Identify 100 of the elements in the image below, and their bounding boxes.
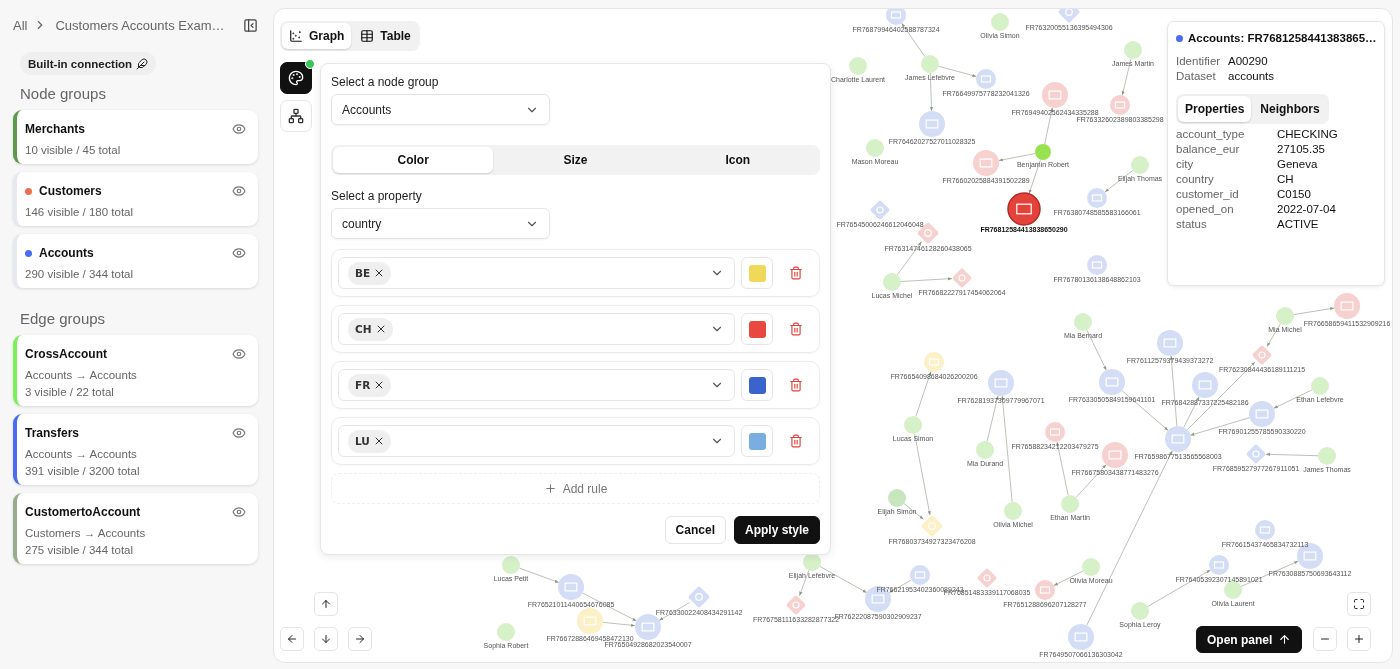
tool-button[interactable] [280,62,312,94]
trash-icon[interactable] [789,378,803,392]
group-card[interactable]: Customers 146 visible / 180 total [13,172,258,226]
customer-node[interactable] [1061,495,1079,513]
cancel-button[interactable]: Cancel [664,516,726,544]
account-node[interactable] [1035,580,1055,600]
trash-icon[interactable] [789,322,803,336]
details-tab[interactable]: Properties [1178,96,1252,122]
customer-node[interactable] [803,553,821,571]
account-node[interactable] [919,111,945,137]
customer-node[interactable] [849,57,867,75]
value-select[interactable]: BE [338,257,735,289]
customer-node[interactable] [866,139,884,157]
account-node[interactable] [1157,330,1183,356]
zoom-out-button[interactable] [1313,627,1337,651]
account-node[interactable] [1042,82,1068,108]
pan-right-button[interactable] [348,627,372,651]
view-tab[interactable]: Graph [282,23,352,49]
account-node[interactable] [1099,369,1125,395]
fullscreen-button[interactable] [1347,592,1371,616]
details-tab[interactable]: Neighbors [1253,96,1327,122]
zoom-in-button[interactable] [1347,627,1371,651]
account-node[interactable] [1087,255,1107,275]
eye-icon[interactable] [232,347,246,361]
customer-node[interactable] [976,441,994,459]
account-node[interactable] [988,370,1014,396]
account-node[interactable] [976,69,996,89]
property-select[interactable]: country [331,208,550,239]
group-card[interactable]: Transfers Accounts → Accounts 391 visible / 3200 total [13,414,258,485]
group-card[interactable]: Accounts 290 visible / 344 total [13,234,258,288]
account-node[interactable] [1165,426,1191,452]
group-card[interactable]: Merchants 10 visible / 45 total [13,110,258,164]
account-node[interactable] [1255,520,1275,540]
value-select[interactable]: FR [338,369,735,401]
customer-node[interactable] [1311,377,1329,395]
account-node[interactable] [973,150,999,176]
customer-node[interactable] [921,55,939,73]
account-node[interactable] [1192,372,1218,398]
eye-icon[interactable] [232,426,246,440]
breadcrumb-link[interactable]: All [13,17,28,33]
account-node[interactable] [1334,293,1360,319]
account-node[interactable] [558,574,584,600]
pan-left-button[interactable] [280,627,304,651]
eye-icon[interactable] [232,184,246,198]
customer-node[interactable] [1082,558,1100,576]
connection-chip[interactable]: Built-in connection [20,52,157,75]
style-tab[interactable]: Icon [657,147,818,173]
customer-node[interactable] [904,416,922,434]
group-stats: 391 visible / 3200 total [25,465,141,477]
color-picker-button[interactable] [741,369,773,401]
account-node[interactable] [577,608,603,634]
account-node[interactable] [924,352,944,372]
collapse-sidebar-button[interactable] [243,17,258,33]
customer-node[interactable] [1131,156,1149,174]
account-node[interactable] [886,9,906,25]
pan-down-button[interactable] [314,627,338,651]
customer-node[interactable] [497,623,515,641]
trash-icon[interactable] [789,434,803,448]
account-node[interactable] [1102,442,1128,468]
customer-node[interactable] [1131,602,1149,620]
eye-icon[interactable] [232,122,246,136]
customer-node[interactable] [888,489,906,507]
customer-node[interactable] [1004,502,1022,520]
eye-icon[interactable] [232,505,246,519]
customer-node[interactable] [1035,144,1051,160]
account-node[interactable] [1209,555,1229,575]
value-select[interactable]: CH [338,313,735,345]
account-node[interactable] [1068,624,1094,650]
style-tab[interactable]: Color [333,147,494,173]
view-tab[interactable]: Table [353,23,418,49]
account-node[interactable] [1045,422,1065,442]
property-key: status [1176,218,1277,230]
account-node[interactable] [910,565,930,585]
eye-icon[interactable] [232,246,246,260]
apply-style-button[interactable]: Apply style [733,516,820,544]
group-card[interactable]: CustomertoAccount Customers → Accounts 275 visible / 344 total [13,493,258,564]
customer-node[interactable] [1318,447,1336,465]
customer-node[interactable] [1276,307,1294,325]
account-node[interactable] [1087,188,1107,208]
trash-icon[interactable] [789,266,803,280]
account-node[interactable] [635,614,661,640]
color-picker-button[interactable] [741,425,773,457]
account-node[interactable] [1110,95,1130,115]
open-panel-button[interactable]: Open panel [1196,626,1303,653]
value-select[interactable]: LU [338,425,735,457]
color-picker-button[interactable] [741,313,773,345]
customer-node[interactable] [991,13,1009,31]
customer-node[interactable] [1124,41,1142,59]
add-rule-button[interactable]: Add rule [331,473,820,504]
pan-up-button[interactable] [314,592,338,616]
customer-node[interactable] [502,556,520,574]
customer-node[interactable] [1224,581,1242,599]
account-node[interactable] [1007,192,1041,226]
group-card[interactable]: CrossAccount Accounts → Accounts 3 visible / 22 total [13,335,258,406]
customer-node[interactable] [883,273,901,291]
customer-node[interactable] [1074,313,1092,331]
color-picker-button[interactable] [741,257,773,289]
style-tab[interactable]: Size [495,147,656,173]
account-node[interactable] [1249,401,1275,427]
node-group-select[interactable]: Accounts [331,94,550,125]
